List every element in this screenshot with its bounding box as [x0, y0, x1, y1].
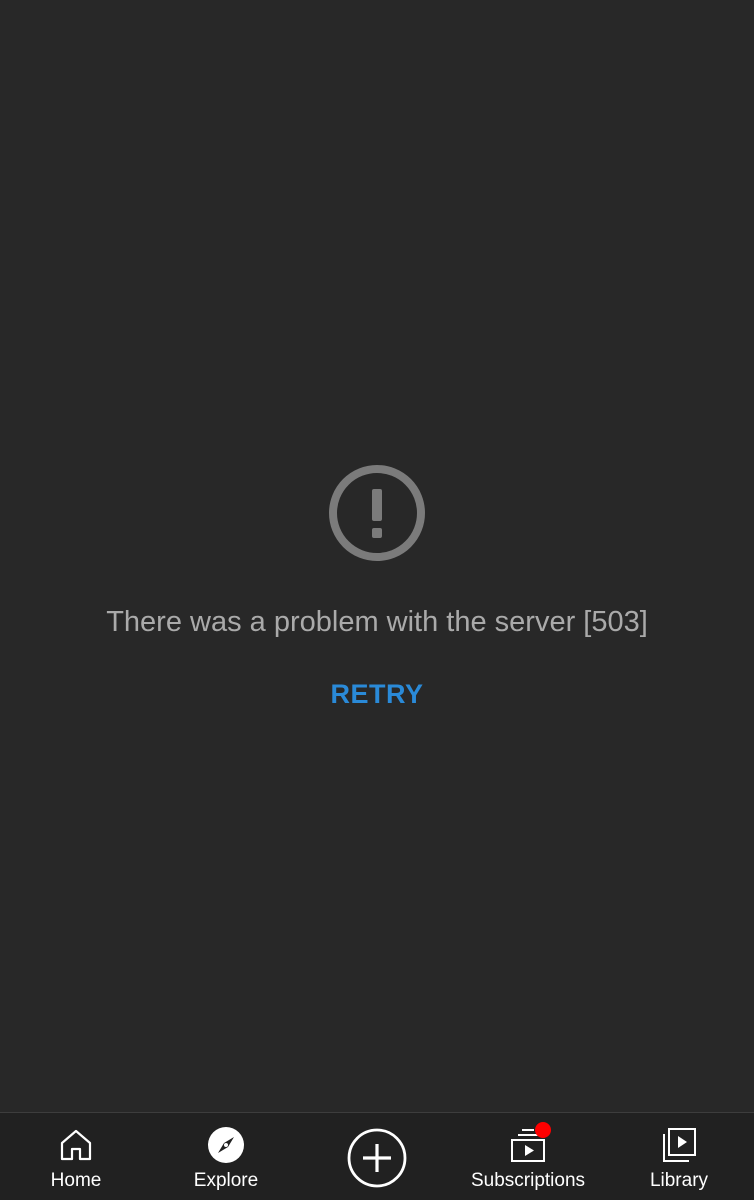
nav-home[interactable]: Home	[1, 1113, 151, 1200]
notification-badge	[535, 1122, 551, 1138]
retry-button[interactable]: RETRY	[307, 668, 447, 720]
nav-library-label: Library	[649, 1170, 709, 1191]
plus-circle-icon	[347, 1128, 407, 1188]
nav-home-label: Home	[50, 1170, 102, 1191]
error-message: There was a problem with the server [503…	[106, 606, 648, 638]
library-icon	[663, 1128, 696, 1162]
nav-subscriptions-label: Subscriptions	[470, 1170, 586, 1191]
nav-library[interactable]: Library	[604, 1113, 754, 1200]
nav-subscriptions[interactable]: Subscriptions	[453, 1113, 603, 1200]
bottom-navigation: Home Explore Subscriptions Library	[0, 1112, 754, 1200]
nav-explore-label: Explore	[193, 1170, 259, 1191]
main-content: There was a problem with the server [503…	[0, 0, 754, 1112]
nav-create-button[interactable]	[302, 1113, 452, 1200]
compass-icon	[208, 1127, 244, 1163]
home-icon	[60, 1129, 92, 1161]
nav-explore[interactable]: Explore	[151, 1113, 301, 1200]
exclamation-circle-icon	[329, 465, 425, 561]
